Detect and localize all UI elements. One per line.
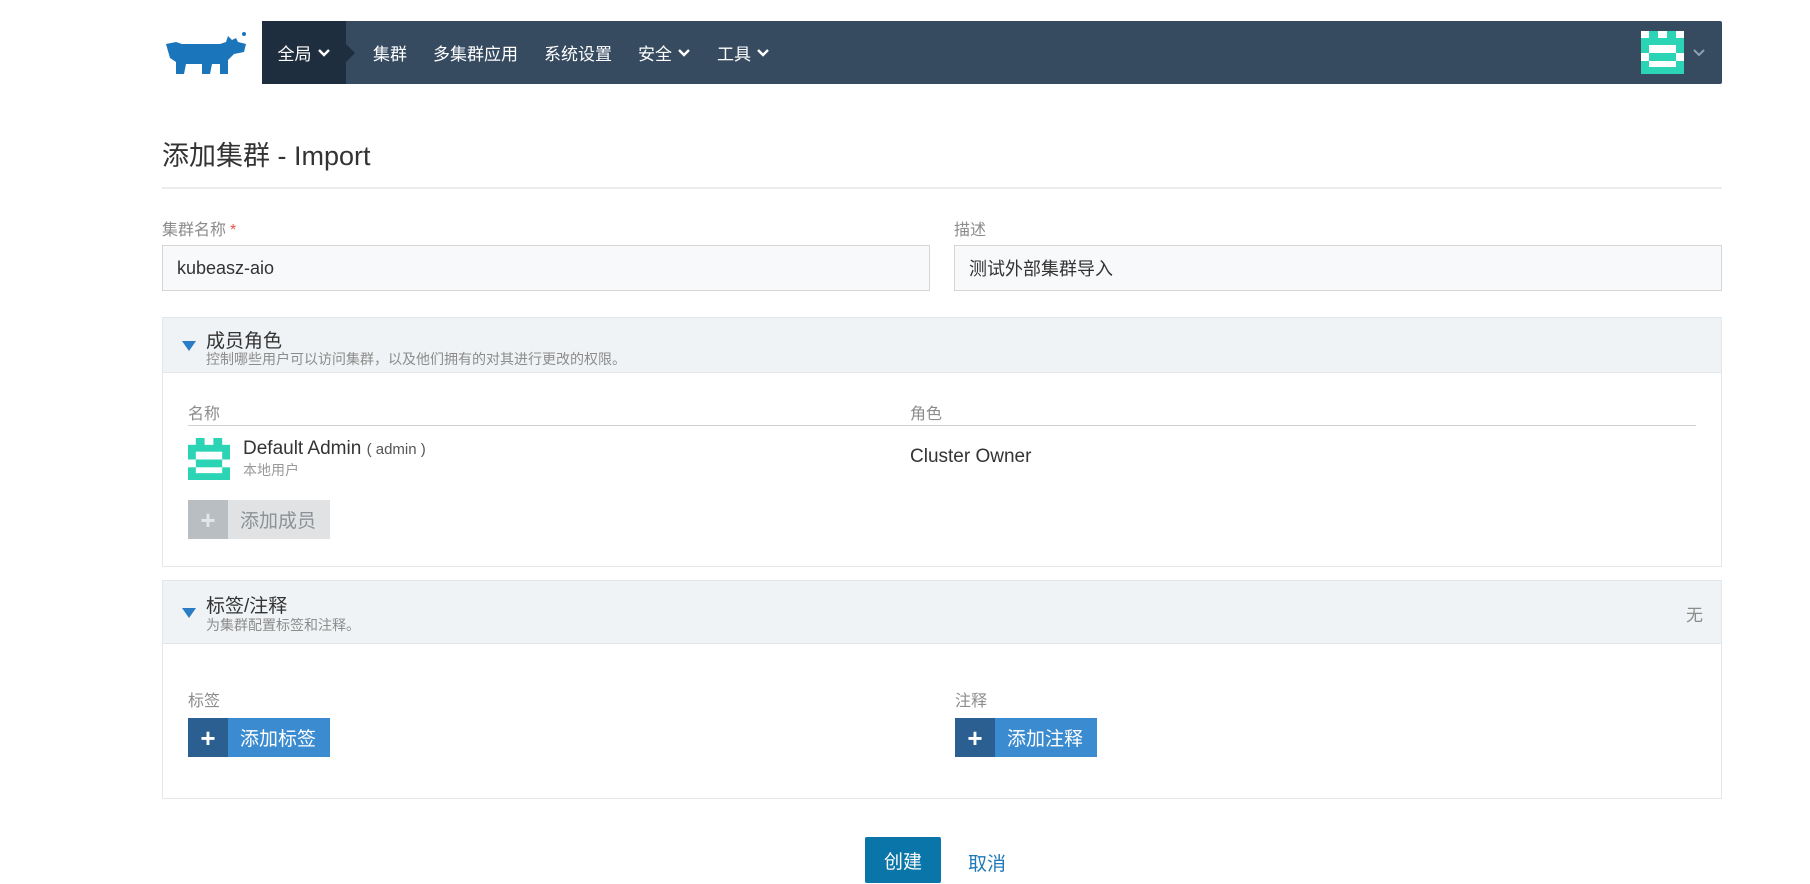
description-value: 测试外部集群导入 bbox=[969, 259, 1113, 279]
member-display-name: Default Admin bbox=[243, 438, 362, 459]
nav-global-label: 全局 bbox=[277, 45, 312, 64]
members-panel-header[interactable]: 成员角色 控制哪些用户可以访问集群，以及他们拥有的对其进行更改的权限。 bbox=[163, 318, 1721, 373]
plus-icon: + bbox=[955, 718, 995, 757]
labels-panel-title: 标签/注释 bbox=[206, 596, 288, 617]
chevron-down-icon bbox=[678, 48, 690, 57]
plus-icon: + bbox=[188, 718, 228, 757]
labels-panel-header[interactable]: 标签/注释 为集群配置标签和注释。 无 bbox=[163, 581, 1721, 644]
add-label-button[interactable]: + 添加标签 bbox=[188, 718, 331, 757]
add-label-text: 添加标签 bbox=[228, 718, 331, 757]
member-username: ( admin ) bbox=[366, 441, 426, 458]
cluster-name-label-text: 集群名称 bbox=[162, 222, 227, 239]
cancel-button[interactable]: 取消 bbox=[968, 849, 1006, 876]
labels-panel: 标签/注释 为集群配置标签和注释。 无 标签 注释 + 添加标签 + 添加注释 bbox=[162, 580, 1722, 799]
member-type: 本地用户 bbox=[243, 462, 299, 478]
nav-item-tools[interactable]: 工具 bbox=[704, 21, 783, 84]
member-name: Default Admin ( admin ) bbox=[243, 438, 426, 460]
user-menu[interactable] bbox=[1641, 31, 1706, 74]
nav-item-settings[interactable]: 系统设置 bbox=[531, 21, 625, 84]
labels-panel-status: 无 bbox=[1686, 606, 1703, 625]
nav-item-clusters[interactable]: 集群 bbox=[360, 21, 420, 84]
title-divider bbox=[162, 187, 1722, 189]
create-button[interactable]: 创建 bbox=[865, 837, 941, 883]
required-mark: * bbox=[230, 222, 237, 239]
plus-icon: + bbox=[188, 500, 228, 539]
member-role[interactable]: Cluster Owner bbox=[910, 446, 1031, 468]
nav-item-tools-label: 工具 bbox=[717, 45, 751, 64]
nav-item-multicluster-apps[interactable]: 多集群应用 bbox=[420, 21, 531, 84]
add-member-button[interactable]: + 添加成员 bbox=[188, 500, 331, 539]
members-panel-subtitle: 控制哪些用户可以访问集群，以及他们拥有的对其进行更改的权限。 bbox=[206, 351, 626, 367]
page-title: 添加集群 - Import bbox=[162, 141, 371, 171]
members-col-name: 名称 bbox=[188, 406, 221, 423]
chevron-down-icon bbox=[757, 48, 769, 57]
nav-item-settings-label: 系统设置 bbox=[544, 45, 612, 64]
top-navbar: 全局 集群 多集群应用 系统设置 安全 工具 bbox=[262, 21, 1722, 84]
nav-item-security-label: 安全 bbox=[638, 45, 672, 64]
avatar-icon bbox=[188, 438, 230, 480]
add-annotation-button[interactable]: + 添加注释 bbox=[955, 718, 1098, 757]
nav-item-security[interactable]: 安全 bbox=[625, 21, 704, 84]
cluster-name-label: 集群名称 * bbox=[162, 216, 236, 240]
nav-item-multicluster-apps-label: 多集群应用 bbox=[433, 45, 518, 64]
labels-heading: 标签 bbox=[188, 693, 221, 710]
nav-item-clusters-label: 集群 bbox=[373, 45, 407, 64]
members-panel: 成员角色 控制哪些用户可以访问集群，以及他们拥有的对其进行更改的权限。 名称 角… bbox=[162, 317, 1722, 567]
chevron-down-icon bbox=[317, 48, 330, 57]
add-member-label: 添加成员 bbox=[228, 500, 331, 539]
description-label: 描述 bbox=[954, 222, 987, 239]
nav-global-dropdown[interactable]: 全局 bbox=[262, 21, 355, 84]
labels-panel-subtitle: 为集群配置标签和注释。 bbox=[206, 617, 360, 633]
cluster-name-input[interactable]: kubeasz-aio bbox=[162, 245, 930, 291]
cluster-name-value: kubeasz-aio bbox=[177, 257, 275, 278]
caret-down-icon bbox=[182, 608, 196, 618]
rancher-logo[interactable] bbox=[162, 30, 248, 76]
description-input[interactable]: 测试外部集群导入 bbox=[954, 245, 1722, 291]
add-annotation-text: 添加注释 bbox=[995, 718, 1098, 757]
chevron-down-icon bbox=[1693, 48, 1705, 56]
members-col-role: 角色 bbox=[910, 406, 943, 423]
members-header-divider bbox=[188, 425, 1696, 426]
annotations-heading: 注释 bbox=[955, 693, 988, 710]
avatar-icon bbox=[1641, 31, 1684, 74]
caret-down-icon bbox=[182, 341, 196, 351]
